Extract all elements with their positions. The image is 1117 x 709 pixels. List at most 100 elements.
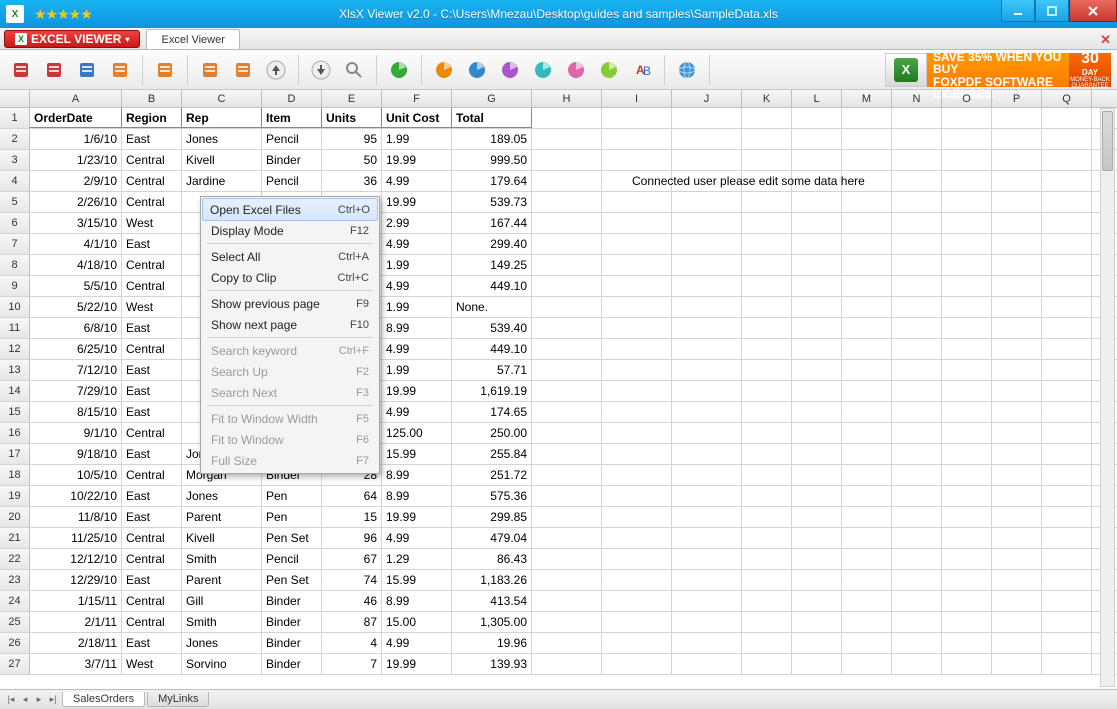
cell[interactable] bbox=[942, 339, 992, 359]
cell[interactable] bbox=[942, 192, 992, 212]
cell[interactable] bbox=[602, 486, 672, 506]
cell[interactable] bbox=[602, 591, 672, 611]
cell[interactable]: 19.99 bbox=[382, 150, 452, 170]
cell[interactable] bbox=[792, 297, 842, 317]
cell[interactable] bbox=[992, 255, 1042, 275]
cell[interactable]: 19.99 bbox=[382, 381, 452, 401]
cell[interactable] bbox=[992, 465, 1042, 485]
cell[interactable]: 12/29/10 bbox=[30, 570, 122, 590]
display-mode-icon[interactable] bbox=[72, 55, 102, 85]
cell[interactable] bbox=[1042, 339, 1092, 359]
cell[interactable] bbox=[532, 654, 602, 674]
cell[interactable]: West bbox=[122, 297, 182, 317]
cell[interactable]: 7 bbox=[322, 654, 382, 674]
cell[interactable]: 539.73 bbox=[452, 192, 532, 212]
row-header[interactable]: 17 bbox=[0, 444, 30, 464]
cell[interactable] bbox=[672, 654, 742, 674]
cell[interactable] bbox=[842, 192, 892, 212]
cell[interactable]: 449.10 bbox=[452, 339, 532, 359]
sheet-nav-last[interactable]: ▸| bbox=[46, 692, 60, 708]
cell[interactable]: 8.99 bbox=[382, 465, 452, 485]
cell[interactable] bbox=[842, 297, 892, 317]
cell[interactable] bbox=[742, 150, 792, 170]
cell[interactable] bbox=[1042, 549, 1092, 569]
cell[interactable]: Parent bbox=[182, 507, 262, 527]
cell[interactable]: Central bbox=[122, 465, 182, 485]
cell[interactable] bbox=[992, 318, 1042, 338]
cell[interactable] bbox=[1042, 192, 1092, 212]
cell[interactable]: 4.99 bbox=[382, 234, 452, 254]
cell[interactable] bbox=[742, 654, 792, 674]
cell[interactable] bbox=[742, 507, 792, 527]
cell[interactable]: 255.84 bbox=[452, 444, 532, 464]
header-cell[interactable] bbox=[1042, 108, 1092, 128]
cell[interactable] bbox=[792, 633, 842, 653]
row-header[interactable]: 23 bbox=[0, 570, 30, 590]
cell[interactable]: 299.85 bbox=[452, 507, 532, 527]
cell[interactable] bbox=[742, 192, 792, 212]
header-cell[interactable]: Item bbox=[262, 108, 322, 128]
cell[interactable] bbox=[792, 339, 842, 359]
cell[interactable] bbox=[792, 528, 842, 548]
cell[interactable]: 15 bbox=[322, 507, 382, 527]
open-file-icon[interactable] bbox=[6, 55, 36, 85]
cell[interactable] bbox=[892, 213, 942, 233]
cell[interactable] bbox=[892, 318, 942, 338]
row-header[interactable]: 13 bbox=[0, 360, 30, 380]
cell[interactable] bbox=[892, 129, 942, 149]
cell[interactable] bbox=[532, 612, 602, 632]
cell[interactable]: East bbox=[122, 570, 182, 590]
header-cell[interactable]: Rep bbox=[182, 108, 262, 128]
cell[interactable]: 8.99 bbox=[382, 486, 452, 506]
cell[interactable] bbox=[992, 507, 1042, 527]
cell[interactable]: Jardine bbox=[182, 171, 262, 191]
cell[interactable]: Binder bbox=[262, 150, 322, 170]
cell[interactable]: 4.99 bbox=[382, 528, 452, 548]
cell[interactable]: 2/9/10 bbox=[30, 171, 122, 191]
cell[interactable] bbox=[942, 129, 992, 149]
zoom-icon[interactable] bbox=[339, 55, 369, 85]
pie-green-icon[interactable] bbox=[384, 55, 414, 85]
cell[interactable] bbox=[842, 444, 892, 464]
column-header[interactable]: Q bbox=[1042, 90, 1092, 107]
cell[interactable]: Pen Set bbox=[262, 570, 322, 590]
cell[interactable] bbox=[742, 213, 792, 233]
cell[interactable] bbox=[942, 465, 992, 485]
cell[interactable] bbox=[842, 150, 892, 170]
cell[interactable]: Pencil bbox=[262, 549, 322, 569]
cell[interactable]: 479.04 bbox=[452, 528, 532, 548]
cell[interactable] bbox=[602, 339, 672, 359]
sheet-tab-active[interactable]: SalesOrders bbox=[62, 692, 145, 707]
cell[interactable] bbox=[672, 612, 742, 632]
cell[interactable]: 5/22/10 bbox=[30, 297, 122, 317]
row-header[interactable]: 15 bbox=[0, 402, 30, 422]
cell[interactable]: West bbox=[122, 213, 182, 233]
cell[interactable] bbox=[742, 612, 792, 632]
cell[interactable] bbox=[892, 654, 942, 674]
row-header[interactable]: 5 bbox=[0, 192, 30, 212]
cell[interactable] bbox=[792, 276, 842, 296]
cell[interactable]: Binder bbox=[262, 591, 322, 611]
column-header[interactable]: L bbox=[792, 90, 842, 107]
cell[interactable] bbox=[602, 528, 672, 548]
cell[interactable] bbox=[1042, 444, 1092, 464]
cell[interactable] bbox=[892, 381, 942, 401]
cell[interactable]: 449.10 bbox=[452, 276, 532, 296]
cell[interactable]: 12/12/10 bbox=[30, 549, 122, 569]
row-header[interactable]: 18 bbox=[0, 465, 30, 485]
cell[interactable] bbox=[742, 339, 792, 359]
cell[interactable] bbox=[532, 192, 602, 212]
row-header[interactable]: 21 bbox=[0, 528, 30, 548]
column-header[interactable]: P bbox=[992, 90, 1042, 107]
header-cell[interactable] bbox=[992, 108, 1042, 128]
cell[interactable]: 139.93 bbox=[452, 654, 532, 674]
cell[interactable]: 7/29/10 bbox=[30, 381, 122, 401]
cell[interactable]: Kivell bbox=[182, 528, 262, 548]
vertical-scrollbar[interactable] bbox=[1100, 108, 1115, 687]
cell[interactable]: 9/1/10 bbox=[30, 423, 122, 443]
cell[interactable]: Binder bbox=[262, 633, 322, 653]
row-header[interactable]: 3 bbox=[0, 150, 30, 170]
arrow-down-icon[interactable] bbox=[306, 55, 336, 85]
menu-item[interactable]: Show previous pageF9 bbox=[203, 293, 377, 314]
cell[interactable]: 87 bbox=[322, 612, 382, 632]
